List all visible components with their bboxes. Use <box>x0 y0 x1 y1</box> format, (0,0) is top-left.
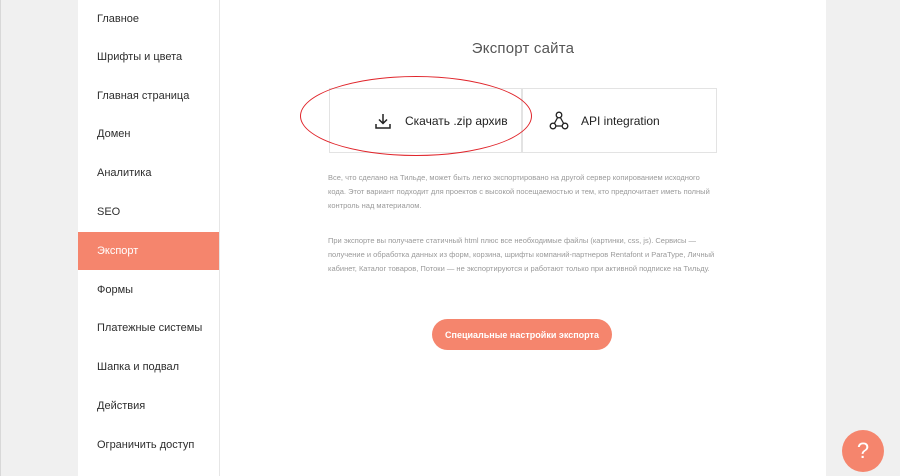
sidebar-item-export[interactable]: Экспорт <box>78 232 219 270</box>
sidebar-item-fonts-colors[interactable]: Шрифты и цвета <box>78 38 219 76</box>
sidebar-item-restrict-access[interactable]: Ограничить доступ <box>78 426 219 464</box>
page-background-right <box>826 0 900 476</box>
page-title: Экспорт сайта <box>471 40 575 57</box>
export-panel: Экспорт сайта Скачать .zip архив API int… <box>220 0 826 476</box>
export-description: Все, что сделано на Тильде, может быть л… <box>328 173 710 210</box>
download-zip-button[interactable]: Скачать .zip архив <box>329 88 522 153</box>
sidebar-item-actions[interactable]: Действия <box>78 387 219 425</box>
sidebar-item-main[interactable]: Главное <box>78 0 219 38</box>
sidebar-item-forms[interactable]: Формы <box>78 271 219 309</box>
sidebar-item-domain[interactable]: Домен <box>78 115 219 153</box>
download-icon <box>372 110 394 132</box>
help-button[interactable]: ? <box>842 430 884 472</box>
network-icon <box>548 110 570 132</box>
download-zip-label: Скачать .zip архив <box>405 113 508 128</box>
export-details: При экспорте вы получаете статичный html… <box>328 236 715 273</box>
special-export-settings-button[interactable]: Специальные настройки экспорта <box>432 319 612 350</box>
sidebar-item-payment-systems[interactable]: Платежные системы <box>78 309 219 347</box>
page-background-left <box>0 0 78 476</box>
settings-sidebar: Главное Шрифты и цвета Главная страница … <box>78 0 220 476</box>
window-edge <box>0 0 1 476</box>
sidebar-item-header-footer[interactable]: Шапка и подвал <box>78 348 219 386</box>
api-integration-label: API integration <box>581 113 660 128</box>
sidebar-item-seo[interactable]: SEO <box>78 193 219 231</box>
help-icon: ? <box>856 438 870 463</box>
sidebar-item-home-page[interactable]: Главная страница <box>78 77 219 115</box>
api-integration-button[interactable]: API integration <box>522 88 717 153</box>
sidebar-item-analytics[interactable]: Аналитика <box>78 154 219 192</box>
